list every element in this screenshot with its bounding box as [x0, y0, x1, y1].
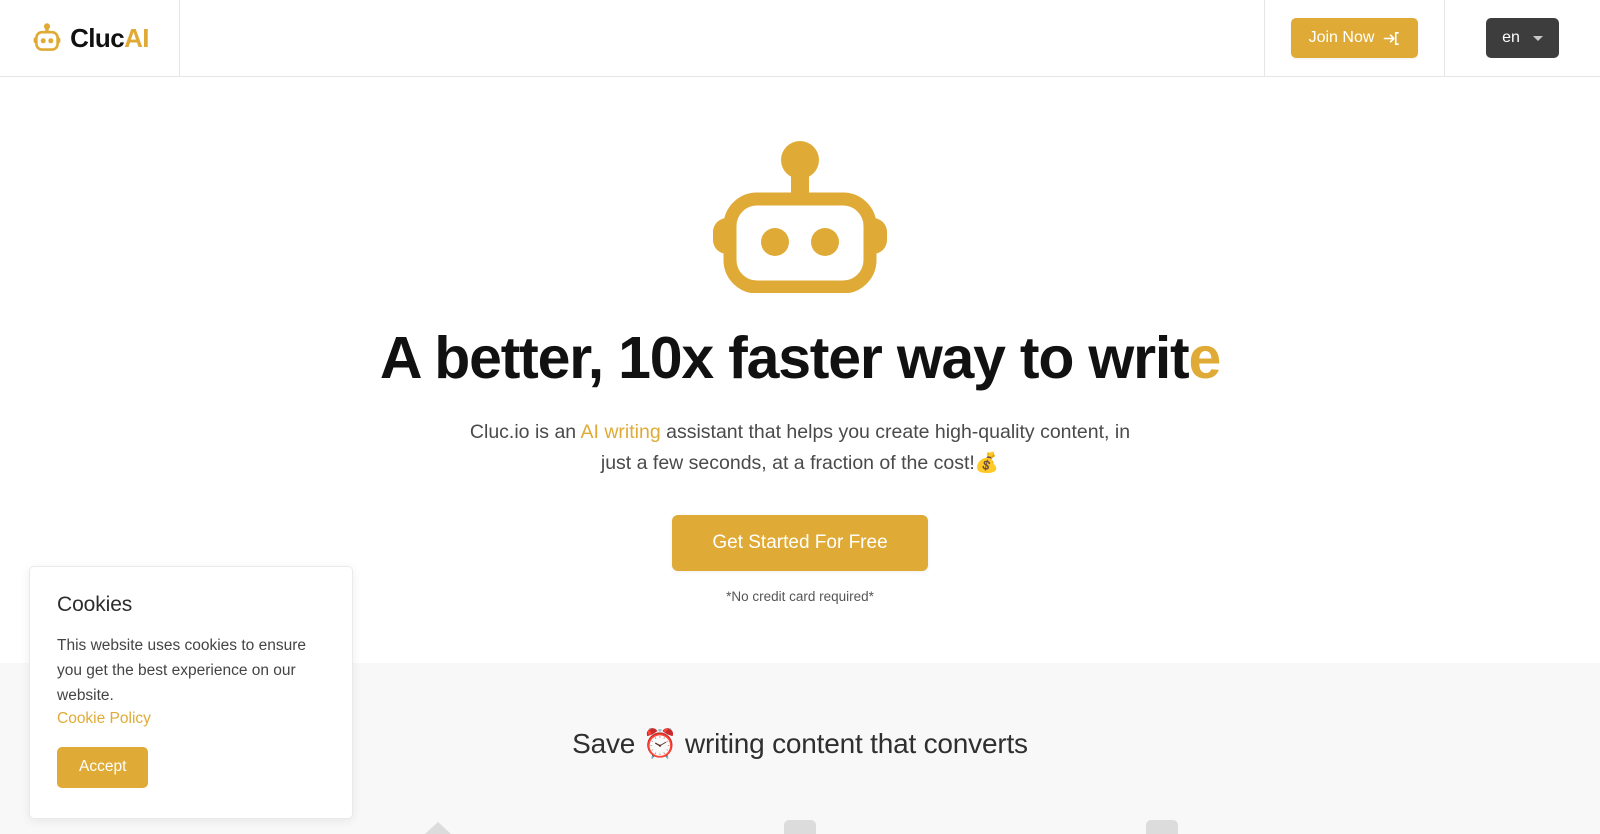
page-root: ClucAI Join Now en A better, 10x faster …	[0, 0, 1600, 834]
cookie-consent-dialog: Cookies This website uses cookies to ens…	[29, 566, 353, 819]
hero-subtitle: Cluc.io is an AI writing assistant that …	[460, 417, 1140, 479]
language-dropdown-button[interactable]: en	[1486, 18, 1559, 58]
chevron-down-icon	[1532, 35, 1543, 41]
get-started-button[interactable]: Get Started For Free	[672, 514, 928, 572]
page-title: A better, 10x faster way to write	[0, 325, 1600, 391]
cookie-policy-link[interactable]: Cookie Policy	[57, 710, 151, 728]
document-icon	[1146, 820, 1178, 834]
cookie-dialog-body: This website uses cookies to ensure you …	[57, 637, 306, 705]
document-icon	[784, 820, 816, 834]
header-cta-area: Join Now	[1265, 0, 1445, 76]
language-current-value: en	[1502, 29, 1520, 47]
header-brand-area: ClucAI	[0, 0, 180, 76]
robot-mascot-icon	[713, 141, 887, 293]
logo-link[interactable]: ClucAI	[30, 23, 149, 53]
ai-writing-link[interactable]: AI writing	[580, 421, 660, 443]
cookie-dialog-title: Cookies	[57, 593, 133, 616]
logo-text-accent: AI	[124, 23, 149, 53]
home-icon	[424, 822, 452, 834]
header-language-area: en	[1445, 0, 1600, 76]
login-arrow-icon	[1384, 31, 1400, 45]
header-nav-spacer	[180, 0, 1265, 76]
hero-title-accent: e	[1188, 325, 1222, 391]
logo-wordmark: ClucAI	[70, 25, 149, 51]
logo-text-dark: Cluc	[70, 23, 125, 53]
hero-title-main: A better, 10x faster way to writ	[379, 325, 1190, 391]
hero-subtitle-part2: assistant that helps you create high-qua…	[600, 421, 1131, 474]
hero-subtitle-part1: Cluc.io is an	[469, 421, 581, 444]
site-header: ClucAI Join Now en	[0, 0, 1600, 77]
cookie-accept-button[interactable]: Accept	[57, 747, 149, 788]
join-now-label: Join Now	[1308, 29, 1375, 47]
join-now-button[interactable]: Join Now	[1290, 18, 1419, 58]
robot-face-icon	[33, 23, 61, 51]
